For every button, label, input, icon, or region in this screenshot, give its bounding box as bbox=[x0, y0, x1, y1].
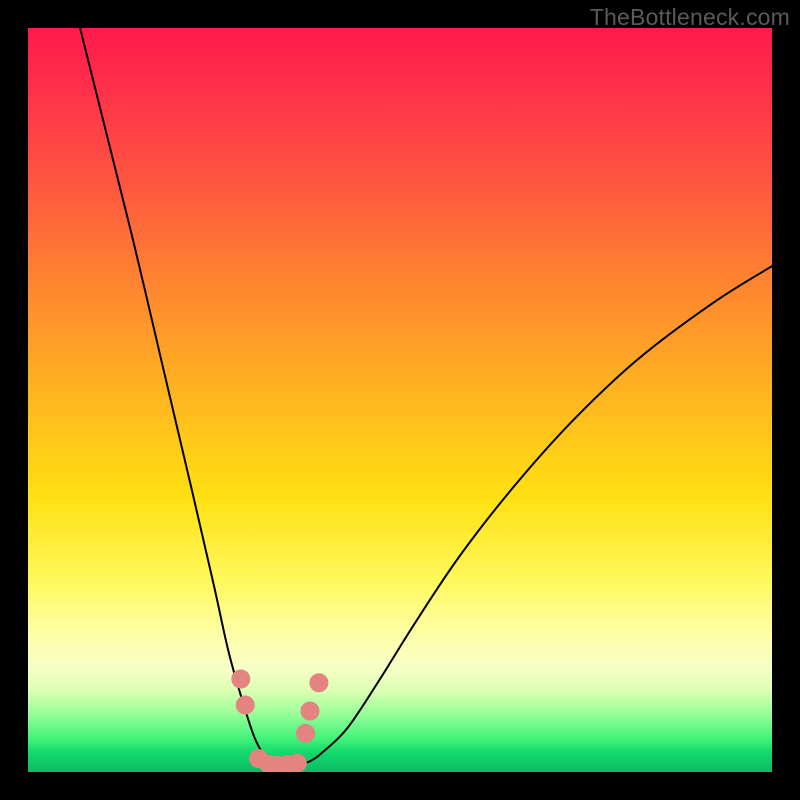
chart-frame: TheBottleneck.com bbox=[0, 0, 800, 800]
plot-area bbox=[28, 28, 772, 772]
marker-point bbox=[288, 754, 306, 772]
markers-group bbox=[232, 670, 328, 772]
attribution-text: TheBottleneck.com bbox=[590, 4, 790, 31]
marker-point bbox=[232, 670, 250, 688]
marker-point bbox=[310, 674, 328, 692]
marker-point bbox=[236, 696, 254, 714]
chart-svg bbox=[28, 28, 772, 772]
marker-point bbox=[297, 724, 315, 742]
bottleneck-curve bbox=[80, 28, 772, 767]
marker-point bbox=[301, 702, 319, 720]
